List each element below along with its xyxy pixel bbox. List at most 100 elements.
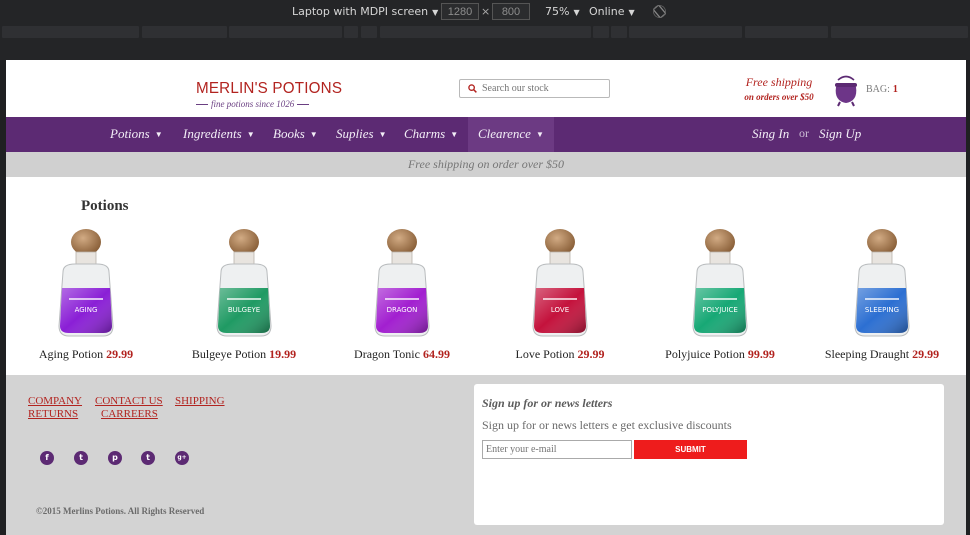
product-caption: Aging Potion 29.99 — [6, 347, 166, 362]
dimension-separator: × — [481, 5, 491, 18]
bag-indicator[interactable]: BAG: 1 — [866, 84, 898, 95]
cauldron-icon[interactable] — [832, 75, 860, 107]
chevron-down-icon: ▼ — [628, 8, 635, 17]
nav-label: Clearence — [478, 126, 531, 141]
product-caption: Polyjuice Potion 99.99 — [640, 347, 800, 362]
product-name: Bulgeye Potion — [191, 347, 267, 361]
product-card[interactable]: BULGEYE Bulgeye Potion 19.99 — [164, 228, 324, 368]
website-viewport: MERLIN'S POTIONS fine potions since 1026… — [6, 60, 966, 535]
potion-bottle-image[interactable]: DRAGON — [367, 228, 437, 340]
main-nav: Potions ▼ Ingredients ▼ Books ▼ Suplies ▼ Ch… — [6, 117, 966, 152]
nav-item-charms[interactable]: Charms ▼ — [404, 117, 458, 152]
sign-up-link[interactable]: Sign Up — [819, 117, 861, 152]
site-footer: COMPANY CONTACT US SHIPPING RETURNS CARR… — [6, 375, 966, 535]
nav-item-suplies[interactable]: Suplies ▼ — [336, 117, 386, 152]
pinterest-icon[interactable]: p — [108, 451, 122, 465]
ruler-segment[interactable] — [831, 26, 968, 38]
potion-bottle-image[interactable]: POLYJUICE — [685, 228, 755, 340]
potion-bottle-image[interactable]: BULGEYE — [209, 228, 279, 340]
logo[interactable]: MERLIN'S POTIONS fine potions since 1026 — [196, 80, 343, 109]
nav-item-clearence[interactable]: Clearence ▼ — [468, 117, 554, 152]
product-card[interactable]: LOVE Love Potion 29.99 — [480, 228, 640, 368]
product-card[interactable]: SLEEPING Sleeping Draught 29.99 — [802, 228, 962, 368]
caret-down-icon: ▼ — [246, 130, 255, 139]
site-header: MERLIN'S POTIONS fine potions since 1026… — [6, 60, 966, 117]
nav-item-books[interactable]: Books ▼ — [273, 117, 318, 152]
caret-down-icon: ▼ — [309, 130, 318, 139]
network-select[interactable]: Online ▼ — [589, 5, 635, 18]
zoom-select[interactable]: 75% ▼ — [545, 5, 580, 18]
rotate-icon[interactable] — [653, 5, 666, 18]
bottle-label: BULGEYE — [228, 306, 260, 314]
bottle-label: AGING — [75, 306, 98, 314]
search-icon[interactable] — [468, 84, 477, 93]
ruler-segment[interactable] — [380, 26, 591, 38]
product-name: Sleeping Draught — [824, 347, 910, 361]
footer-link-company[interactable]: COMPANY — [28, 395, 82, 407]
footer-link-shipping[interactable]: SHIPPING — [175, 395, 225, 407]
logo-tagline: fine potions since 1026 — [196, 99, 321, 109]
ruler-segment[interactable] — [2, 26, 139, 38]
footer-link-careers[interactable]: CARREERS — [101, 408, 158, 420]
bottle-label: POLYJUICE — [702, 306, 738, 314]
ruler-segment[interactable] — [745, 26, 828, 38]
googleplus-icon[interactable]: g+ — [175, 451, 189, 465]
twitter-icon[interactable]: t — [74, 451, 88, 465]
promo-banner: Free shipping on order over $50 — [6, 152, 966, 177]
nav-item-potions[interactable]: Potions ▼ — [110, 117, 163, 152]
product-price: 29.99 — [912, 347, 940, 361]
newsletter-text: Sign up for or news letters e get exclus… — [482, 418, 732, 432]
nav-label: Suplies — [336, 126, 374, 141]
ruler-segment[interactable] — [229, 26, 342, 38]
caret-down-icon: ▼ — [450, 130, 459, 139]
ruler-segment[interactable] — [593, 26, 609, 38]
ruler-segment[interactable] — [611, 26, 627, 38]
product-caption: Love Potion 29.99 — [480, 347, 640, 362]
product-name: Love Potion — [515, 347, 575, 361]
free-shipping-line1: Free shipping — [745, 75, 813, 89]
facebook-icon[interactable]: f — [40, 451, 54, 465]
ruler-segment[interactable] — [142, 26, 227, 38]
device-select[interactable]: Laptop with MDPI screen ▼ — [292, 5, 438, 18]
sign-in-link[interactable]: Sing In — [752, 117, 789, 152]
nav-item-ingredients[interactable]: Ingredients ▼ — [183, 117, 255, 152]
free-shipping-line2: on orders over $50 — [744, 92, 814, 102]
product-caption: Sleeping Draught 29.99 — [802, 347, 962, 362]
height-input[interactable] — [492, 3, 530, 20]
copyright: ©2015 Merlins Potions. All Rights Reserv… — [36, 506, 205, 516]
free-shipping-notice: Free shipping on orders over $50 — [739, 75, 819, 102]
product-caption: Dragon Tonic 64.99 — [322, 347, 482, 362]
ruler-segment[interactable] — [344, 26, 358, 38]
zoom-label: 75% — [545, 5, 570, 18]
tumblr-icon[interactable]: t — [141, 451, 155, 465]
caret-down-icon: ▼ — [154, 130, 163, 139]
product-caption: Bulgeye Potion 19.99 — [164, 347, 324, 362]
bottle-label: SLEEPING — [865, 306, 899, 314]
search-input[interactable] — [482, 81, 602, 96]
potion-bottle-image[interactable]: SLEEPING — [847, 228, 917, 340]
ruler-segment[interactable] — [361, 26, 377, 38]
caret-down-icon: ▼ — [378, 130, 387, 139]
device-label: Laptop with MDPI screen — [292, 5, 429, 18]
footer-link-returns[interactable]: RETURNS — [28, 408, 78, 420]
devtools-toolbar: Laptop with MDPI screen▼ × 75%▼ Online▼ — [0, 0, 970, 60]
footer-link-contact[interactable]: CONTACT US — [95, 395, 163, 407]
product-card[interactable]: POLYJUICE Polyjuice Potion 99.99 — [640, 228, 800, 368]
width-input[interactable] — [441, 3, 479, 20]
logo-name: MERLIN'S POTIONS — [196, 80, 343, 97]
media-query-ruler[interactable] — [0, 26, 970, 38]
bag-count: 1 — [892, 84, 898, 95]
email-input[interactable] — [482, 440, 632, 459]
auth-separator: or — [799, 126, 809, 140]
product-price: 29.99 — [106, 347, 134, 361]
search-box[interactable] — [459, 79, 610, 98]
product-card[interactable]: DRAGON Dragon Tonic 64.99 — [322, 228, 482, 368]
ruler-segment[interactable] — [629, 26, 742, 38]
nav-label: Books — [273, 126, 305, 141]
bottle-label: LOVE — [551, 306, 569, 314]
submit-button[interactable]: SUBMIT — [634, 440, 747, 459]
nav-label: Ingredients — [183, 126, 242, 141]
product-card[interactable]: AGING Aging Potion 29.99 — [6, 228, 166, 368]
potion-bottle-image[interactable]: AGING — [51, 228, 121, 340]
potion-bottle-image[interactable]: LOVE — [525, 228, 595, 340]
